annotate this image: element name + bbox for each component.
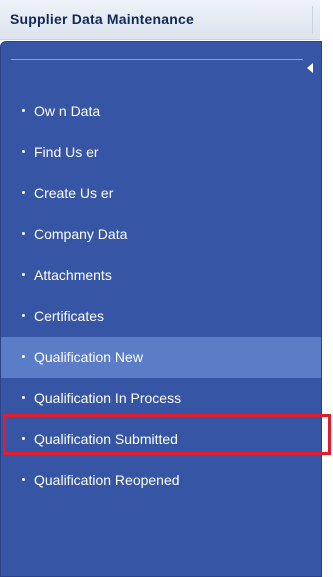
nav-item-label: Create Us er xyxy=(34,185,114,201)
bullet-icon xyxy=(22,314,25,317)
nav-item-qualification-reopened[interactable]: Qualification Reopened xyxy=(1,460,321,501)
navigation-list: Ow n Data Find Us er Create Us er Compan… xyxy=(1,91,321,501)
bullet-icon xyxy=(22,396,25,399)
bullet-icon xyxy=(22,478,25,481)
bullet-icon xyxy=(22,273,25,276)
bullet-icon xyxy=(22,191,25,194)
chevron-left-icon[interactable] xyxy=(307,63,313,73)
bullet-icon xyxy=(22,150,25,153)
nav-item-label: Attachments xyxy=(34,267,112,283)
nav-item-label: Find Us er xyxy=(34,144,99,160)
nav-item-label: Qualification Reopened xyxy=(34,472,180,488)
nav-item-qualification-submitted[interactable]: Qualification Submitted xyxy=(1,419,321,460)
nav-item-create-user[interactable]: Create Us er xyxy=(1,173,321,214)
bullet-icon xyxy=(22,109,25,112)
header-divider xyxy=(312,6,313,34)
nav-item-label: Company Data xyxy=(34,226,128,242)
nav-item-label: Certificates xyxy=(34,308,105,324)
page-title: Supplier Data Maintenance xyxy=(10,11,194,27)
nav-item-own-data[interactable]: Ow n Data xyxy=(1,91,321,132)
nav-item-label: Qualification Submitted xyxy=(34,431,178,447)
nav-item-label: Qualification In Process xyxy=(34,390,182,406)
nav-item-attachments[interactable]: Attachments xyxy=(1,255,321,296)
nav-item-qualification-new[interactable]: Qualification New xyxy=(1,337,321,378)
nav-item-find-user[interactable]: Find Us er xyxy=(1,132,321,173)
bullet-icon xyxy=(22,232,25,235)
nav-item-label: Ow n Data xyxy=(34,103,101,119)
navigation-panel: Ow n Data Find Us er Create Us er Compan… xyxy=(0,41,322,577)
nav-item-qualification-in-process[interactable]: Qualification In Process xyxy=(1,378,321,419)
bullet-icon xyxy=(22,355,25,358)
page-header: Supplier Data Maintenance xyxy=(0,0,320,40)
nav-item-company-data[interactable]: Company Data xyxy=(1,214,321,255)
panel-divider xyxy=(11,59,303,60)
app-frame: Supplier Data Maintenance Ow n Data Find… xyxy=(0,0,333,577)
nav-item-label: Qualification New xyxy=(34,349,143,365)
nav-item-certificates[interactable]: Certificates xyxy=(1,296,321,337)
bullet-icon xyxy=(22,437,25,440)
